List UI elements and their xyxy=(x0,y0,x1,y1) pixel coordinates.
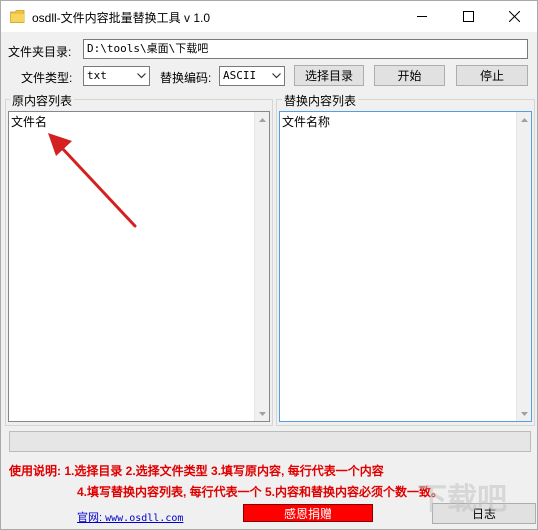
scroll-down-icon[interactable] xyxy=(255,406,269,421)
donate-button[interactable]: 感恩捐赠 xyxy=(243,504,373,522)
scroll-down-icon[interactable] xyxy=(517,406,531,421)
app-window: osdll-文件内容批量替换工具 v 1.0 文件夹目录: D:\tools\桌… xyxy=(0,0,538,530)
replacement-content-list[interactable]: 文件名称 xyxy=(279,111,532,422)
website-link[interactable]: 官网: www.osdll.com xyxy=(77,509,183,525)
list-item: 文件名称 xyxy=(282,115,331,129)
filetype-label: 文件类型: xyxy=(21,71,73,85)
instructions-line-2: 4.填写替换内容列表, 每行代表一个 5.内容和替换内容必须个数一致。 xyxy=(77,485,444,499)
website-url: www.osdll.com xyxy=(105,513,184,524)
chevron-down-icon xyxy=(137,67,146,85)
window-title: osdll-文件内容批量替换工具 v 1.0 xyxy=(32,11,211,25)
select-dir-button[interactable]: 选择目录 xyxy=(294,65,364,86)
original-content-list[interactable]: 文件名 xyxy=(8,111,270,422)
stop-button[interactable]: 停止 xyxy=(456,65,528,86)
encoding-value: ASCII xyxy=(223,69,257,82)
scrollbar[interactable] xyxy=(254,112,269,421)
folder-icon xyxy=(10,10,25,23)
close-icon xyxy=(508,10,520,22)
website-label: 官网: xyxy=(77,512,103,524)
maximize-icon xyxy=(462,10,474,22)
maximize-button[interactable] xyxy=(445,1,491,31)
replacement-content-legend: 替换内容列表 xyxy=(282,92,359,109)
scroll-up-icon[interactable] xyxy=(255,112,269,127)
scrollbar[interactable] xyxy=(516,112,531,421)
start-button[interactable]: 开始 xyxy=(374,65,445,86)
list-item: 文件名 xyxy=(11,115,48,129)
progress-bar xyxy=(9,431,531,452)
original-content-legend: 原内容列表 xyxy=(10,92,75,109)
watermark-text: 下载吧 xyxy=(417,482,507,517)
watermark-logo: 下载吧 xyxy=(417,482,507,517)
encoding-label: 替换编码: xyxy=(160,71,212,85)
chevron-down-icon xyxy=(272,67,281,85)
encoding-select[interactable]: ASCII xyxy=(219,66,285,86)
folder-label: 文件夹目录: xyxy=(8,45,72,59)
close-button[interactable] xyxy=(491,1,537,31)
folder-input[interactable]: D:\tools\桌面\下载吧 xyxy=(83,39,528,59)
minimize-button[interactable] xyxy=(399,1,445,31)
minimize-icon xyxy=(416,15,427,17)
filetype-select[interactable]: txt xyxy=(83,66,150,86)
instructions-line-1: 使用说明: 1.选择目录 2.选择文件类型 3.填写原内容, 每行代表一个内容 xyxy=(9,464,384,478)
title-bar: osdll-文件内容批量替换工具 v 1.0 xyxy=(1,1,537,32)
scroll-up-icon[interactable] xyxy=(517,112,531,127)
filetype-value: txt xyxy=(87,69,107,82)
